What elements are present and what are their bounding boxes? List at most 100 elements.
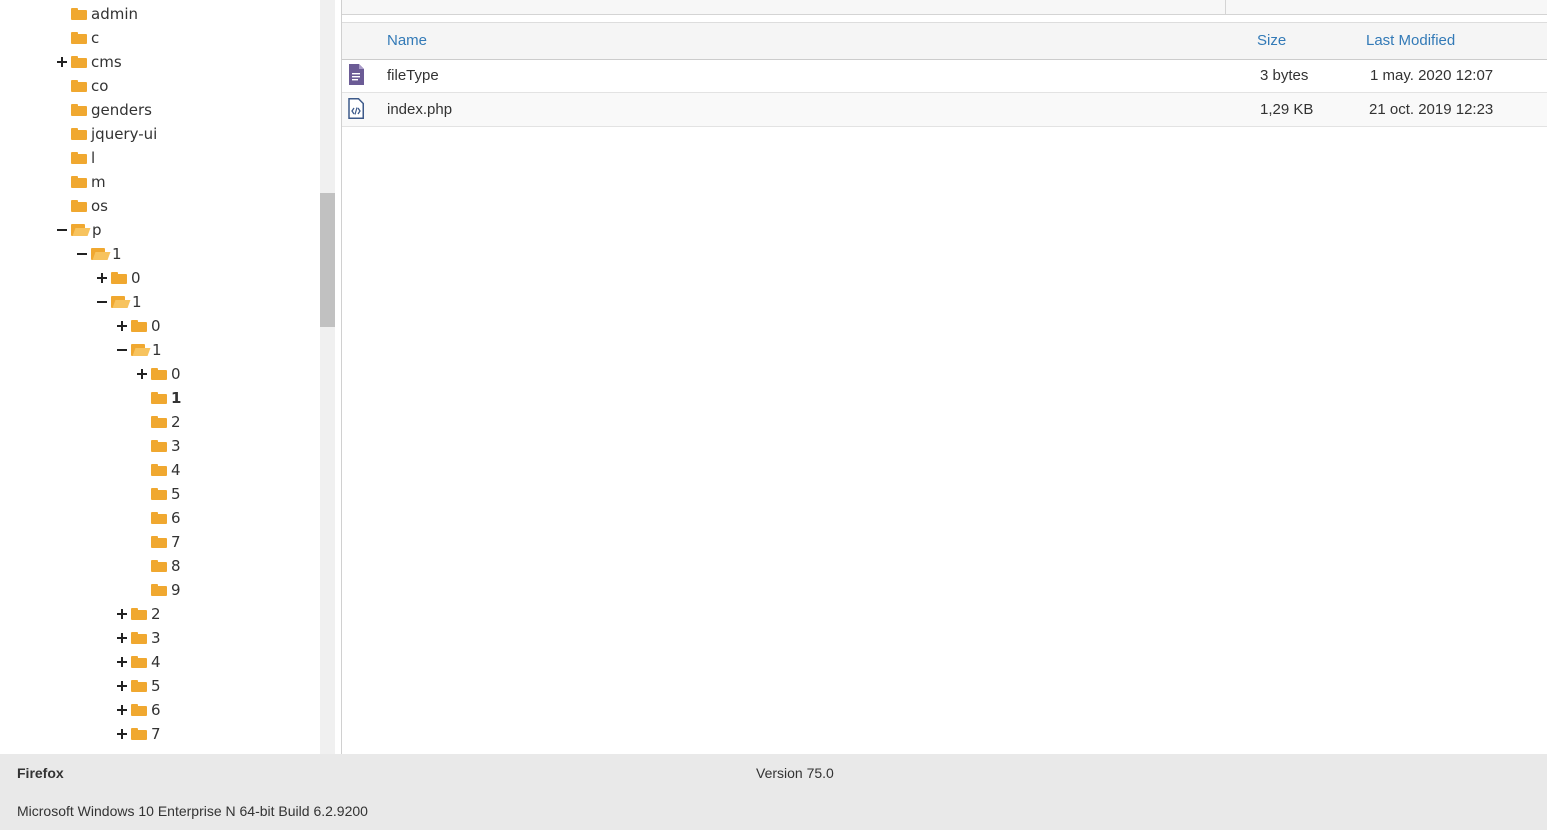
tree-item[interactable]: 7 (116, 722, 161, 746)
toolbar (342, 0, 1547, 15)
tree-item[interactable]: admin (56, 2, 138, 26)
tree-item[interactable]: 6 (136, 506, 181, 530)
tree-item[interactable]: 8 (136, 554, 181, 578)
tree-item[interactable]: 1 (76, 242, 122, 266)
tree-item[interactable]: 7 (136, 530, 181, 554)
os-info: Microsoft Windows 10 Enterprise N 64-bit… (17, 803, 368, 819)
file-modified: 21 oct. 2019 12:23 (1369, 101, 1494, 118)
tree-item[interactable]: p (56, 218, 102, 242)
tree-item[interactable]: 2 (116, 602, 161, 626)
tree-item-label: l (91, 149, 96, 167)
tree-item-label: 1 (171, 389, 182, 407)
expand-icon[interactable] (116, 674, 129, 698)
folder-icon (131, 704, 147, 716)
tree-item-label: jquery-ui (91, 125, 158, 143)
tree-item-label: co (91, 77, 109, 95)
folder-open-icon (111, 296, 129, 308)
tree-item[interactable]: genders (56, 98, 152, 122)
folder-icon (151, 416, 167, 428)
table-header: Name Size Last Modified (342, 22, 1547, 60)
tree-item-label: 7 (171, 533, 181, 551)
expand-icon[interactable] (116, 650, 129, 674)
expand-icon[interactable] (116, 698, 129, 722)
tree-item-label: 6 (171, 509, 181, 527)
tree-item[interactable]: 4 (116, 650, 161, 674)
tree-item[interactable]: 5 (136, 482, 181, 506)
tree-item[interactable]: cms (56, 50, 122, 74)
tree-item-label: 9 (171, 581, 181, 599)
collapse-icon[interactable] (76, 242, 89, 266)
folder-icon (71, 32, 87, 44)
folder-icon (151, 560, 167, 572)
tree-item[interactable]: co (56, 74, 108, 98)
expand-icon[interactable] (56, 50, 69, 74)
collapse-icon[interactable] (96, 290, 109, 314)
tree-item[interactable]: 0 (96, 266, 141, 290)
tree-item-label: 2 (171, 413, 181, 431)
tree-item-label: 2 (151, 605, 161, 623)
expand-icon[interactable] (116, 626, 129, 650)
text-file-icon (349, 64, 364, 85)
tree-scrollbar[interactable] (320, 0, 335, 754)
file-name[interactable]: fileType (387, 67, 439, 84)
column-header-size[interactable]: Size (1257, 32, 1286, 49)
tree-item[interactable]: os (56, 194, 108, 218)
tree-item-label: 4 (171, 461, 181, 479)
expand-icon[interactable] (96, 266, 109, 290)
tree-item-label: 5 (151, 677, 161, 695)
folder-icon (151, 488, 167, 500)
tree-item[interactable]: 1 (136, 386, 181, 410)
tree-item[interactable]: 1 (96, 290, 142, 314)
column-header-name[interactable]: Name (387, 32, 427, 49)
expand-icon[interactable] (116, 722, 129, 746)
tree-item[interactable]: 0 (136, 362, 181, 386)
tree-item[interactable]: 4 (136, 458, 181, 482)
expand-icon[interactable] (136, 362, 149, 386)
tree-item-label: 3 (151, 629, 161, 647)
tree-item[interactable]: 1 (116, 338, 162, 362)
tree-scrollbar-thumb[interactable] (320, 193, 335, 327)
file-browser-main: Name Size Last Modified fileType 3 bytes… (341, 0, 1547, 754)
tree-item-label: genders (91, 101, 152, 119)
table-row[interactable]: fileType 3 bytes 1 may. 2020 12:07 (342, 59, 1547, 93)
tree-item[interactable]: jquery-ui (56, 122, 157, 146)
tree-item-label: 5 (171, 485, 181, 503)
tree-item[interactable]: c (56, 26, 99, 50)
table-row[interactable]: index.php 1,29 KB 21 oct. 2019 12:23 (342, 93, 1547, 127)
column-header-last-modified[interactable]: Last Modified (1366, 32, 1455, 49)
tree-item[interactable]: l (56, 146, 95, 170)
collapse-icon[interactable] (116, 338, 129, 362)
collapse-icon[interactable] (56, 218, 69, 242)
tree-item[interactable]: 0 (116, 314, 161, 338)
folder-icon (71, 200, 87, 212)
expand-icon[interactable] (116, 314, 129, 338)
folder-icon (131, 632, 147, 644)
expand-icon[interactable] (116, 602, 129, 626)
tree-item[interactable]: 9 (136, 578, 181, 602)
folder-icon (151, 512, 167, 524)
file-name[interactable]: index.php (387, 101, 452, 118)
tree-item-label: admin (91, 5, 138, 23)
folder-icon (151, 440, 167, 452)
tree-item[interactable]: 3 (136, 434, 181, 458)
browser-name: Firefox (17, 765, 64, 781)
toolbar-separator (1225, 0, 1226, 14)
tree-item[interactable]: 6 (116, 698, 161, 722)
tree-item[interactable]: 5 (116, 674, 161, 698)
tree-item-label: c (91, 29, 100, 47)
tree-item[interactable]: 3 (116, 626, 161, 650)
tree-item[interactable]: m (56, 170, 106, 194)
tree-item-label: 4 (151, 653, 161, 671)
tree-item-label: 3 (171, 437, 181, 455)
tree-item[interactable]: 2 (136, 410, 181, 434)
